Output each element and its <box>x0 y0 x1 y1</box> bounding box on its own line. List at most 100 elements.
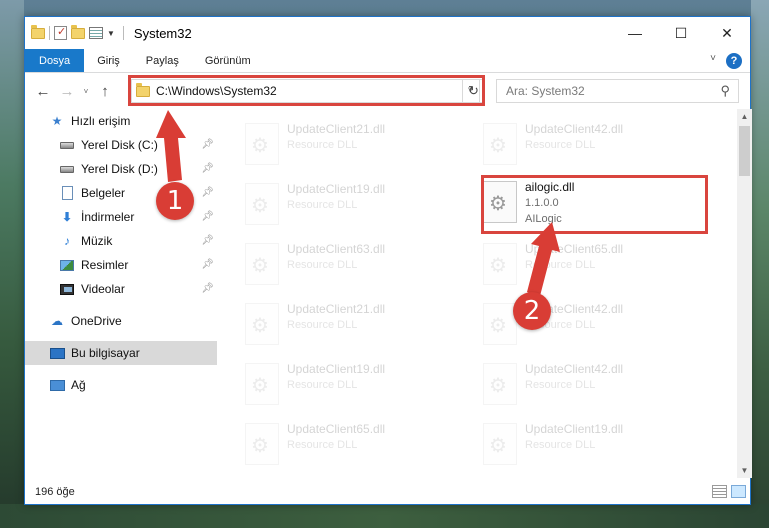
tab-share[interactable]: Paylaş <box>133 49 192 72</box>
downloads-icon: ⬇ <box>61 210 73 224</box>
pin-icon[interactable]: 📌︎ <box>201 187 214 198</box>
drive-icon <box>59 138 75 152</box>
scrollbar-thumb[interactable] <box>739 126 750 176</box>
sidebar-item-this-pc[interactable]: Bu bilgisayar <box>25 341 217 365</box>
window-title: System32 <box>133 25 192 41</box>
desktop-background-left <box>0 0 24 528</box>
search-input[interactable]: Ara: System32 ⚲ <box>496 79 739 103</box>
videos-icon <box>59 282 75 296</box>
chevron-down-icon[interactable]: ▼ <box>107 29 115 38</box>
list-item[interactable]: UpdateClient21.dll Resource DLL <box>231 297 469 355</box>
file-description: Resource DLL <box>525 379 596 391</box>
scroll-up-arrow[interactable]: ▲ <box>737 109 752 124</box>
dll-file-icon <box>245 363 279 405</box>
view-toggles <box>712 485 746 498</box>
sidebar-item-pictures[interactable]: Resimler 📌︎ <box>25 253 217 277</box>
sidebar-item-videos[interactable]: Videolar 📌︎ <box>25 277 217 301</box>
list-item[interactable]: UpdateClient65.dll Resource DLL <box>469 237 707 295</box>
sidebar-item-music[interactable]: ♪ Müzik 📌︎ <box>25 229 217 253</box>
dll-file-icon <box>245 423 279 465</box>
sidebar-item-local-disk-d[interactable]: Yerel Disk (D:) 📌︎ <box>25 157 217 181</box>
file-description: Resource DLL <box>525 139 596 151</box>
file-name: UpdateClient21.dll <box>287 122 386 136</box>
search-placeholder: Ara: System32 <box>506 84 585 98</box>
sidebar-item-onedrive[interactable]: ☁ OneDrive <box>25 309 217 333</box>
documents-icon <box>59 186 75 200</box>
view-options-icon[interactable] <box>89 27 103 39</box>
file-name: UpdateClient19.dll <box>287 182 386 196</box>
list-item[interactable]: UpdateClient65.dll Resource DLL <box>231 417 469 475</box>
large-icons-view-icon[interactable] <box>731 485 746 498</box>
new-folder-icon[interactable] <box>71 24 85 39</box>
navigation-bar: ← → ˅ ↑ C:\Windows\System32 ˅ ↻ Ara: Sys… <box>25 73 750 109</box>
dll-file-icon <box>245 183 279 225</box>
vertical-scrollbar[interactable]: ▲ ▼ <box>737 109 752 478</box>
sidebar-item-local-disk-c[interactable]: Yerel Disk (C:) 📌︎ <box>25 133 217 157</box>
file-description: Resource DLL <box>287 199 358 211</box>
file-description: Resource DLL <box>287 259 358 271</box>
file-name: UpdateClient19.dll <box>525 422 624 436</box>
tab-home[interactable]: Giriş <box>84 49 133 72</box>
details-view-icon[interactable] <box>712 485 727 498</box>
file-description: Resource DLL <box>287 139 358 151</box>
properties-icon[interactable] <box>54 25 67 40</box>
file-description: Resource DLL <box>287 439 358 451</box>
list-item[interactable]: UpdateClient19.dll Resource DLL <box>231 177 469 235</box>
up-button[interactable]: ↑ <box>93 83 117 100</box>
forward-button[interactable]: → <box>55 83 79 100</box>
sidebar-item-network[interactable]: Ağ <box>25 373 217 397</box>
tab-file[interactable]: Dosya <box>25 49 85 72</box>
dll-file-icon <box>483 363 517 405</box>
title-bar: ▼ System32 — ☐ ✕ <box>25 17 750 49</box>
list-item[interactable]: UpdateClient19.dll Resource DLL <box>231 357 469 415</box>
dll-file-icon <box>483 123 517 165</box>
file-name: UpdateClient42.dll <box>525 122 624 136</box>
dll-file-icon <box>245 123 279 165</box>
pin-icon[interactable]: 📌︎ <box>201 259 214 270</box>
file-list: UpdateClient21.dll Resource DLL UpdateCli… <box>217 109 737 478</box>
list-item[interactable]: UpdateClient42.dllResource DLL <box>469 297 707 355</box>
scroll-down-arrow[interactable]: ▼ <box>737 463 752 478</box>
quick-access-toolbar: ▼ <box>25 24 115 40</box>
status-bar: 196 öğe <box>25 478 752 506</box>
file-description: Resource DLL <box>525 439 596 451</box>
list-item[interactable]: UpdateClient42.dll Resource DLL <box>469 117 707 175</box>
file-name: UpdateClient65.dll <box>287 422 386 436</box>
list-item[interactable]: UpdateClient63.dll Resource DLL <box>231 237 469 295</box>
tab-view[interactable]: Görünüm <box>192 49 264 72</box>
search-icon[interactable]: ⚲ <box>720 83 730 99</box>
toolbar-separator <box>49 26 50 40</box>
network-icon <box>49 378 65 392</box>
sidebar-item-label: Bu bilgisayar <box>71 346 140 360</box>
list-item[interactable]: UpdateClient21.dll Resource DLL <box>231 117 469 175</box>
close-button[interactable]: ✕ <box>704 17 750 49</box>
recent-locations-button[interactable]: ˅ <box>79 87 93 96</box>
back-button[interactable]: ← <box>31 83 55 100</box>
file-name: UpdateClient19.dll <box>287 362 386 376</box>
navigation-pane: ★ Hızlı erişim Yerel Disk (C:) 📌︎ Yerel … <box>25 109 217 478</box>
file-description: Resource DLL <box>525 259 596 271</box>
ribbon-tabs: Dosya Giriş Paylaş Görünüm ˅ ? <box>25 49 750 73</box>
pin-icon[interactable]: 📌︎ <box>201 163 214 174</box>
maximize-button[interactable]: ☐ <box>658 17 704 49</box>
sidebar-item-label: Videolar <box>81 282 125 296</box>
list-item[interactable]: UpdateClient42.dll Resource DLL <box>469 357 707 415</box>
window-controls: — ☐ ✕ <box>612 17 750 49</box>
sidebar-item-label: Belgeler <box>81 186 126 200</box>
pin-icon[interactable]: 📌︎ <box>201 139 214 150</box>
pin-icon[interactable]: 📌︎ <box>201 211 214 222</box>
dll-file-icon <box>483 303 517 345</box>
step-marker-2: 2 <box>513 292 551 330</box>
help-button[interactable]: ? <box>726 53 742 69</box>
file-name: UpdateClient42.dll <box>525 362 624 376</box>
list-item[interactable]: UpdateClient19.dll Resource DLL <box>469 417 707 475</box>
sidebar-item-quick-access[interactable]: ★ Hızlı erişim <box>25 109 217 133</box>
dll-file-icon <box>245 243 279 285</box>
sidebar-item-label: OneDrive <box>71 314 122 328</box>
minimize-button[interactable]: — <box>612 17 658 49</box>
chevron-down-icon[interactable]: ˅ <box>710 53 716 64</box>
pin-icon[interactable]: 📌︎ <box>201 235 214 246</box>
item-count: 196 öğe <box>35 486 75 498</box>
pin-icon[interactable]: 📌︎ <box>201 283 214 294</box>
sidebar-item-label: Müzik <box>81 234 113 248</box>
